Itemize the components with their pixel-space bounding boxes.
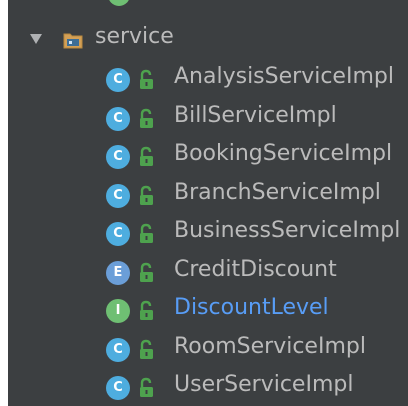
tree-item-label: BillServiceImpl [174, 102, 337, 128]
class-icon: C [106, 183, 130, 208]
tree-item[interactable]: C UserServiceImpl [8, 368, 408, 406]
tree-item-label: RoomServiceImpl [174, 333, 366, 359]
tree-item[interactable]: C AnalysisServiceImpl [8, 60, 408, 98]
unlocked-icon [140, 339, 153, 359]
class-icon: C [106, 337, 130, 362]
interface-icon [108, 0, 130, 6]
enum-icon: E [106, 260, 130, 285]
expand-arrow-icon[interactable] [30, 34, 42, 44]
tree-item-label: BookingServiceImpl [174, 141, 393, 166]
class-icon: C [106, 68, 130, 92]
unlocked-icon [140, 69, 153, 89]
tree-item-label: BranchServiceImpl [174, 179, 381, 205]
unlocked-icon [140, 262, 153, 282]
tree-item[interactable]: C BookingServiceImpl [8, 137, 408, 175]
tree-item-label: AnalysisServiceImpl [174, 64, 394, 89]
unlocked-icon [140, 300, 153, 320]
interface-icon: I [106, 299, 130, 323]
folder-label: service [95, 24, 174, 49]
class-icon: C [106, 106, 130, 131]
tree-item[interactable]: I DiscountLevel [8, 291, 408, 329]
project-tree-panel: service C AnalysisServiceImpl C BillService… [8, 0, 408, 406]
tree-item-label: CreditDiscount [174, 256, 337, 282]
class-icon: C [106, 145, 130, 169]
unlocked-icon [140, 223, 153, 243]
tree-item[interactable]: C BranchServiceImpl [8, 176, 408, 214]
class-icon: C [106, 222, 130, 246]
tree-row-partial [8, 0, 408, 12]
unlocked-icon [140, 146, 153, 166]
unlocked-icon [140, 377, 153, 397]
tree-item[interactable]: C RoomServiceImpl [8, 330, 408, 368]
tree-item[interactable]: C BusinessServiceImpl [8, 214, 408, 252]
tree-item-label: DiscountLevel [174, 295, 329, 320]
unlocked-icon [140, 185, 153, 205]
tree-folder-service[interactable]: service [8, 22, 408, 60]
class-icon: C [106, 376, 130, 400]
tree-item-label: BusinessServiceImpl [174, 218, 401, 243]
tree-item[interactable]: E CreditDiscount [8, 253, 408, 291]
unlocked-icon [140, 108, 153, 128]
folder-icon [63, 33, 83, 49]
tree-item[interactable]: C BillServiceImpl [8, 99, 408, 137]
tree-item-label: UserServiceImpl [174, 372, 354, 397]
